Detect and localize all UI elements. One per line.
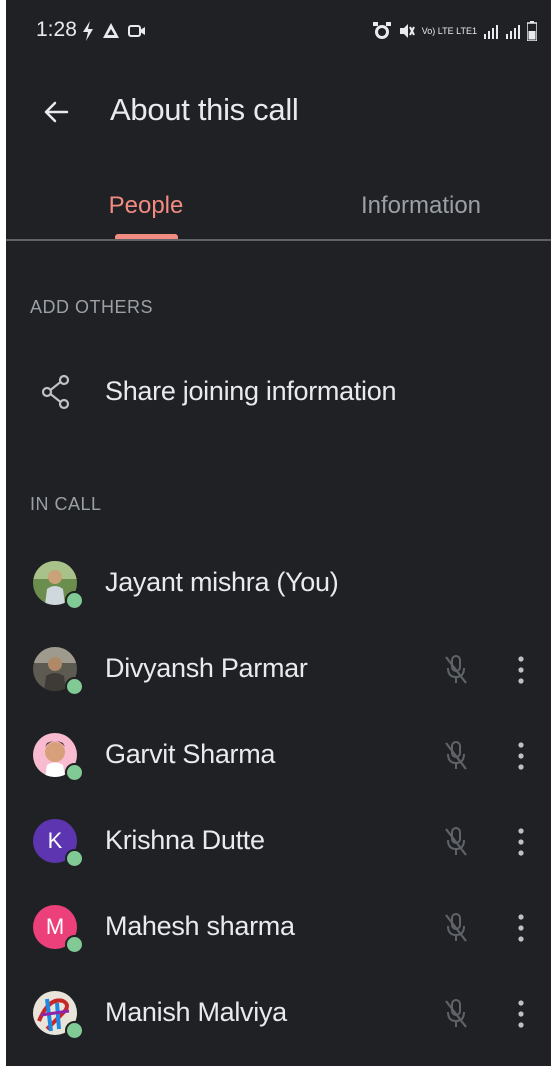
status-system-icons: Vo) LTE LTE1 xyxy=(372,20,537,42)
presence-dot xyxy=(65,849,84,868)
battery-icon xyxy=(527,21,537,41)
back-button[interactable] xyxy=(36,92,76,132)
more-vert-icon xyxy=(518,914,524,942)
participant-row[interactable]: Manish Malviya xyxy=(6,970,551,1056)
app-bar: About this call xyxy=(6,62,551,162)
vibrate-mute-icon xyxy=(399,24,415,38)
mic-off-button[interactable] xyxy=(438,650,474,690)
mic-off-icon xyxy=(445,827,467,856)
mic-off-button[interactable] xyxy=(438,994,474,1034)
mic-off-button[interactable] xyxy=(438,822,474,862)
share-joining-info-button[interactable]: Share joining information xyxy=(6,350,551,436)
participant-row[interactable]: Jayant mishra (You) xyxy=(6,540,551,626)
mic-off-button[interactable] xyxy=(438,908,474,948)
more-vert-icon xyxy=(518,656,524,684)
mic-off-icon xyxy=(445,999,467,1028)
arrow-back-icon xyxy=(44,101,69,123)
more-options-button[interactable] xyxy=(506,994,536,1034)
more-vert-icon xyxy=(518,828,524,856)
presence-dot xyxy=(65,591,84,610)
mic-off-icon xyxy=(445,741,467,770)
status-time: 1:28 xyxy=(36,18,77,41)
participant-row[interactable]: Divyansh Parmar xyxy=(6,626,551,712)
call-details-screen: 1:28 Vo) LTE LTE1 About this call People… xyxy=(6,0,551,1066)
presence-dot xyxy=(65,763,84,782)
share-icon xyxy=(41,374,70,410)
status-bar: 1:28 Vo) LTE LTE1 xyxy=(6,0,551,62)
status-notification-icons xyxy=(82,20,146,42)
add-others-heading: ADD OTHERS xyxy=(30,297,154,317)
more-options-button[interactable] xyxy=(506,908,536,948)
presence-dot xyxy=(65,935,84,954)
participant-name: Krishna Dutte xyxy=(105,825,265,855)
meet-icon xyxy=(128,25,145,37)
tab-bar: People Information xyxy=(6,172,551,242)
signal-icon-1 xyxy=(484,25,498,39)
drive-icon xyxy=(103,23,119,38)
mic-off-icon xyxy=(445,913,467,942)
mic-off-button[interactable] xyxy=(438,736,474,776)
share-joining-info-label: Share joining information xyxy=(105,376,397,406)
participant-name: Manish Malviya xyxy=(105,997,287,1027)
signal-icon-2 xyxy=(506,25,520,39)
participant-name: Jayant mishra (You) xyxy=(105,567,339,597)
tab-divider xyxy=(6,239,551,241)
more-vert-icon xyxy=(518,1000,524,1028)
participant-row[interactable]: K Krishna Dutte xyxy=(6,798,551,884)
participant-name: Divyansh Parmar xyxy=(105,653,308,683)
network-type-label: Vo) LTE LTE1 xyxy=(421,25,477,36)
tab-information[interactable]: Information xyxy=(336,172,506,240)
more-options-button[interactable] xyxy=(506,822,536,862)
flash-icon xyxy=(83,21,93,41)
participant-name: Mahesh sharma xyxy=(105,911,295,941)
mic-off-icon xyxy=(445,655,467,684)
more-options-button[interactable] xyxy=(506,736,536,776)
participant-row[interactable]: M Mahesh sharma xyxy=(6,884,551,970)
participant-row[interactable]: Garvit Sharma xyxy=(6,712,551,798)
participant-name: Garvit Sharma xyxy=(105,739,276,769)
presence-dot xyxy=(65,677,84,696)
page-title: About this call xyxy=(110,92,299,127)
presence-dot xyxy=(65,1021,84,1040)
more-options-button[interactable] xyxy=(506,650,536,690)
in-call-heading: IN CALL xyxy=(30,494,102,514)
alarm-icon xyxy=(372,22,391,39)
more-vert-icon xyxy=(518,742,524,770)
tab-people[interactable]: People xyxy=(66,172,226,240)
